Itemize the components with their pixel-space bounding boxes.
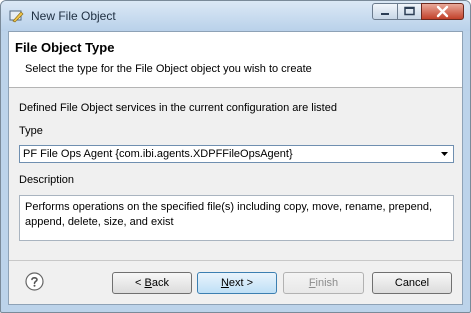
page-message: Select the type for the File Object obje… <box>25 63 312 75</box>
close-icon <box>436 5 449 18</box>
type-dropdown[interactable]: PF File Ops Agent {com.ibi.agents.XDPFFi… <box>19 145 454 163</box>
button-bar-separator <box>9 260 462 261</box>
maximize-button[interactable] <box>397 3 422 20</box>
wizard-window: New File Object File Object Type Select … <box>0 0 471 313</box>
finish-button[interactable]: Finish <box>283 272 364 294</box>
cancel-button[interactable]: Cancel <box>372 272 452 294</box>
title-bar[interactable]: New File Object <box>1 1 470 31</box>
wizard-content: File Object Type Select the type for the… <box>8 31 463 305</box>
back-button[interactable]: < Back <box>112 272 192 294</box>
description-label: Description <box>19 174 75 186</box>
finish-button-label: Finish <box>308 277 339 289</box>
type-label: Type <box>19 125 43 137</box>
wizard-banner: File Object Type Select the type for the… <box>9 32 462 88</box>
type-selected-value: PF File Ops Agent {com.ibi.agents.XDPFFi… <box>23 148 293 160</box>
chevron-down-icon[interactable] <box>440 149 449 158</box>
next-button[interactable]: Next > <box>197 272 277 294</box>
back-button-label: < Back <box>135 277 169 289</box>
help-icon[interactable] <box>25 272 44 291</box>
description-text-area: Performs operations on the specified fil… <box>19 195 454 241</box>
close-button[interactable] <box>421 3 464 20</box>
window-title: New File Object <box>31 9 116 23</box>
next-button-label: Next > <box>220 277 254 289</box>
page-title: File Object Type <box>15 40 115 55</box>
maximize-icon <box>404 6 415 16</box>
file-object-wizard-icon <box>9 10 24 23</box>
minimize-button[interactable] <box>372 3 398 20</box>
services-intro-text: Defined File Object services in the curr… <box>19 102 337 114</box>
minimize-icon <box>381 13 389 15</box>
